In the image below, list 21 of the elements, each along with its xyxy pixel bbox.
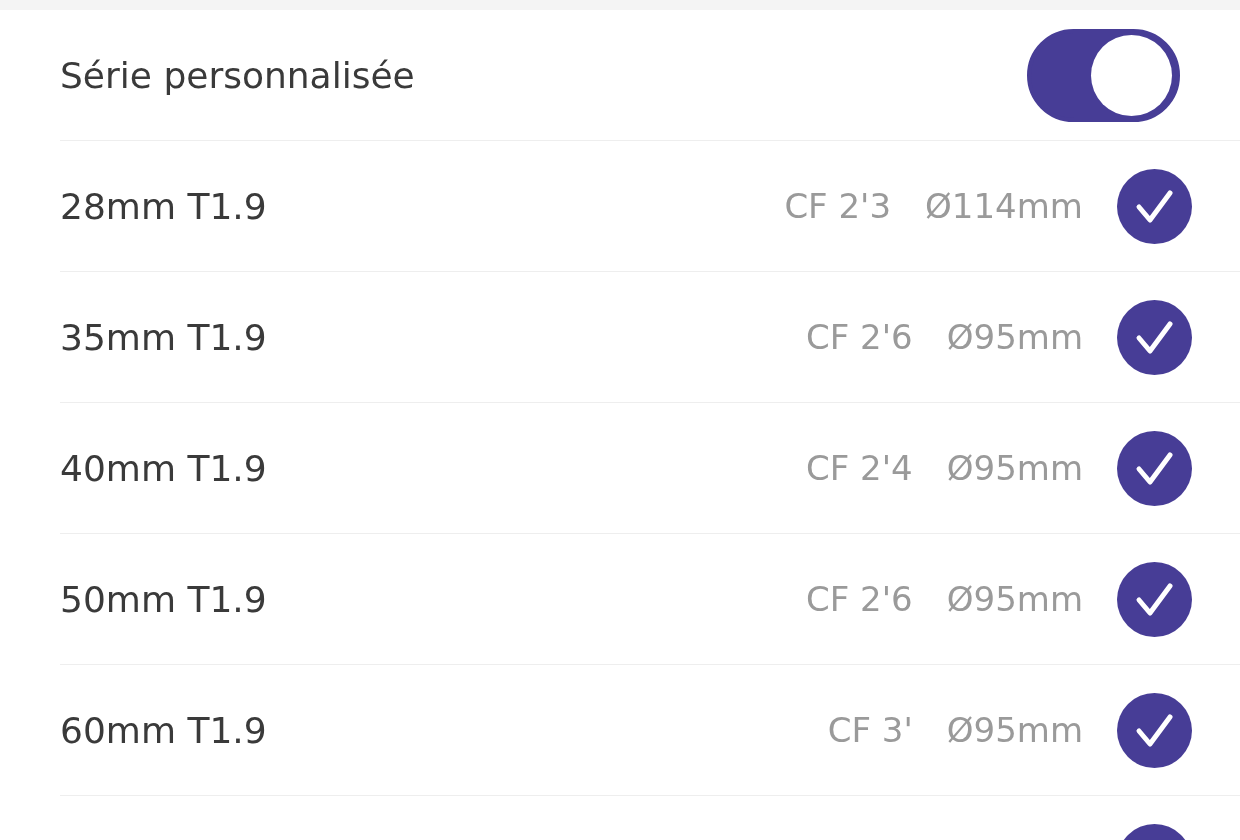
- checkbox[interactable]: [1117, 299, 1192, 375]
- lens-name: 40mm T1.9: [60, 447, 268, 489]
- lens-name: 50mm T1.9: [60, 578, 268, 620]
- front-diameter: Ø114mm: [925, 186, 1083, 226]
- front-diameter: Ø95mm: [946, 710, 1083, 750]
- lens-name: 28mm T1.9: [60, 185, 268, 227]
- lens-name: 60mm T1.9: [60, 709, 268, 751]
- close-focus: CF 2'6: [806, 317, 913, 357]
- checkbox[interactable]: [1117, 561, 1192, 637]
- checkbox[interactable]: [1117, 168, 1192, 244]
- checkbox[interactable]: [1117, 430, 1192, 506]
- lens-name: 35mm T1.9: [60, 316, 268, 358]
- front-diameter: Ø95mm: [946, 317, 1083, 357]
- front-diameter: Ø95mm: [946, 448, 1083, 488]
- close-focus: CF 3': [827, 710, 913, 750]
- series-label: Série personnalisée: [60, 54, 415, 96]
- close-focus: CF 2'6: [806, 579, 913, 619]
- close-focus: CF 2'3: [784, 186, 892, 226]
- checkbox[interactable]: [1117, 692, 1192, 768]
- front-diameter: Ø95mm: [946, 579, 1083, 619]
- close-focus: CF 2'4: [806, 448, 913, 488]
